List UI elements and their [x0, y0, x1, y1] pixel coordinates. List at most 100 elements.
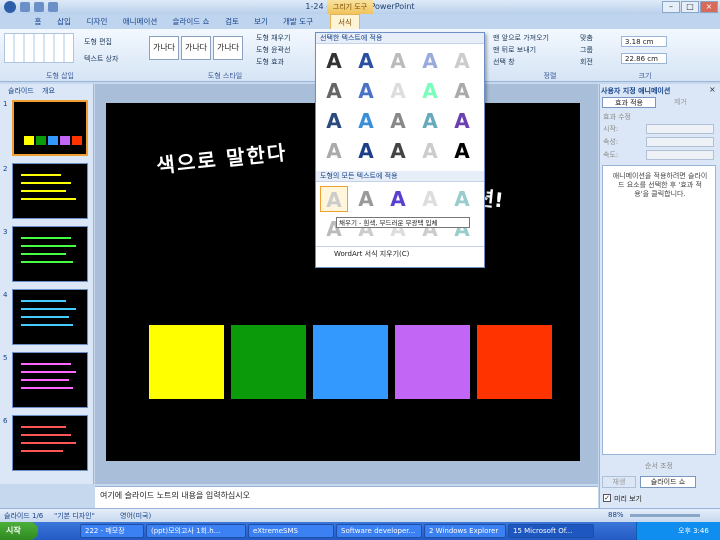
color-swatch-purple[interactable]	[395, 325, 470, 399]
taskbar-item-ppt-exam[interactable]: (ppt)모의고사 1회.h...	[146, 524, 246, 538]
wordart-style-option[interactable]: A	[448, 138, 476, 164]
wordart-style-option[interactable]: A	[416, 108, 444, 134]
wordart-style-option[interactable]: A	[320, 108, 348, 134]
autopreview-checkbox[interactable]: ✓	[603, 494, 611, 502]
taskbar-item-office[interactable]: 15 Microsoft Of...	[508, 524, 594, 538]
wordart-style-option[interactable]: A	[320, 138, 348, 164]
remove-effect-button[interactable]: 제거	[662, 97, 698, 108]
property-dropdown[interactable]	[646, 137, 714, 147]
close-button[interactable]: ×	[700, 1, 718, 13]
slide-title-text[interactable]: 색으로 말한다	[155, 136, 289, 179]
wordart-style-option[interactable]: A	[320, 48, 348, 74]
slide-thumbnail-4[interactable]	[12, 289, 88, 345]
slide-number: 2	[3, 165, 8, 173]
wordart-style-option[interactable]: A	[320, 78, 348, 104]
pane-close-icon[interactable]: ×	[709, 85, 716, 94]
slide-thumbnail-1[interactable]	[12, 100, 88, 156]
play-button[interactable]: 재생	[602, 476, 636, 488]
shape-style-2[interactable]: 가나다	[181, 36, 211, 60]
taskbar-item-explorer[interactable]: 2 Windows Explorer	[424, 524, 506, 538]
taskbar-item-notepad[interactable]: 222 - 메모장	[80, 524, 144, 538]
selection-pane-button[interactable]: 선택 창	[493, 57, 515, 67]
wordart-style-option[interactable]: A	[416, 78, 444, 104]
color-swatch-blue[interactable]	[313, 325, 388, 399]
wordart-style-option[interactable]: A	[352, 186, 380, 212]
tab-review[interactable]: 검토	[221, 14, 243, 29]
clear-wordart-button[interactable]: WordArt 서식 지우기(C)	[316, 246, 484, 260]
gallery-section-all-text: 도형의 모든 텍스트에 적용	[316, 171, 484, 182]
taskbar-item-software-dev[interactable]: Software developer...	[336, 524, 422, 538]
speed-dropdown[interactable]	[646, 150, 714, 160]
animation-list[interactable]	[602, 165, 716, 455]
tab-format[interactable]: 서식	[330, 14, 360, 29]
wordart-style-option[interactable]: A	[320, 186, 348, 212]
width-field[interactable]: 22.86 cm	[621, 53, 667, 64]
maximize-button[interactable]: □	[681, 1, 699, 13]
start-dropdown[interactable]	[646, 124, 714, 134]
slide-thumbnail-2[interactable]	[12, 163, 88, 219]
tab-slides[interactable]: 슬라이드	[8, 86, 34, 96]
wordart-style-option[interactable]: A	[384, 186, 412, 212]
color-swatch-yellow[interactable]	[149, 325, 224, 399]
wordart-style-option[interactable]: A	[448, 186, 476, 212]
start-button[interactable]: 시작	[0, 522, 38, 540]
add-effect-button[interactable]: 효과 적용	[602, 97, 656, 108]
wordart-style-option[interactable]: A	[384, 78, 412, 104]
send-back-button[interactable]: 맨 뒤로 보내기	[493, 45, 536, 55]
shape-effect-button[interactable]: 도형 효과	[256, 57, 284, 67]
wordart-style-option[interactable]: A	[448, 108, 476, 134]
slide-number: 3	[3, 228, 8, 236]
reorder-label[interactable]: 순서 조정	[628, 461, 690, 471]
wordart-style-option[interactable]: A	[352, 78, 380, 104]
tab-view[interactable]: 보기	[250, 14, 272, 29]
wordart-style-option[interactable]: A	[416, 186, 444, 212]
tab-insert[interactable]: 삽입	[53, 14, 75, 29]
wordart-style-option[interactable]: A	[384, 48, 412, 74]
wordart-style-option[interactable]: A	[384, 138, 412, 164]
wordart-style-option[interactable]: A	[448, 48, 476, 74]
property-label: 속성:	[603, 138, 619, 146]
zoom-slider[interactable]	[630, 514, 700, 517]
status-slide-number: 슬라이드 1/6	[4, 512, 44, 520]
align-button[interactable]: 맞춤	[580, 33, 593, 43]
shape-style-3[interactable]: 가나다	[213, 36, 243, 60]
slide-number: 1	[3, 100, 8, 108]
color-swatch-red[interactable]	[477, 325, 552, 399]
tab-animation[interactable]: 애니메이션	[118, 14, 162, 29]
taskbar-item-extremesms[interactable]: eXtremeSMS	[248, 524, 334, 538]
tab-outline[interactable]: 개요	[42, 86, 55, 96]
wordart-style-option[interactable]: A	[352, 108, 380, 134]
minimize-button[interactable]: –	[662, 1, 680, 13]
group-button[interactable]: 그룹	[580, 45, 593, 55]
shape-outline-button[interactable]: 도형 윤곽선	[256, 45, 290, 55]
tab-slideshow[interactable]: 슬라이드 쇼	[168, 14, 214, 29]
wordart-style-option[interactable]: A	[352, 138, 380, 164]
wordart-style-option[interactable]: A	[448, 78, 476, 104]
wordart-style-option[interactable]: A	[416, 48, 444, 74]
slideshow-button[interactable]: 슬라이드 쇼	[640, 476, 696, 488]
slide-thumbnail-3[interactable]	[12, 226, 88, 282]
shapes-gallery[interactable]	[4, 33, 74, 63]
color-swatch-green[interactable]	[231, 325, 306, 399]
tab-design[interactable]: 디자인	[82, 14, 112, 29]
wordart-style-option[interactable]: A	[352, 48, 380, 74]
slide-thumbnail-6[interactable]	[12, 415, 88, 471]
group-label-shape-insert: 도형 삽입	[46, 72, 74, 80]
wordart-style-option[interactable]: A	[416, 138, 444, 164]
textbox-button[interactable]: 텍스트 상자	[84, 54, 118, 64]
edit-shape-button[interactable]: 도형 편집	[84, 37, 112, 47]
slide-thumbnail-5[interactable]	[12, 352, 88, 408]
tab-developer[interactable]: 개발 도구	[280, 14, 316, 29]
autopreview-label: 미리 보기	[614, 495, 642, 503]
height-field[interactable]: 3.18 cm	[621, 36, 667, 47]
wordart-style-option[interactable]: A	[384, 108, 412, 134]
bring-front-button[interactable]: 맨 앞으로 가져오기	[493, 33, 549, 43]
shape-fill-button[interactable]: 도형 채우기	[256, 33, 290, 43]
notes-placeholder: 여기에 슬라이드 노트의 내용을 입력하십시오	[100, 491, 251, 500]
rotate-button[interactable]: 회전	[580, 57, 593, 67]
tab-home[interactable]: 홈	[30, 14, 46, 29]
group-label-size: 크기	[638, 72, 652, 80]
group-label-arrange: 정렬	[543, 72, 557, 80]
shape-style-1[interactable]: 가나다	[149, 36, 179, 60]
status-zoom[interactable]: 88%	[608, 511, 624, 519]
